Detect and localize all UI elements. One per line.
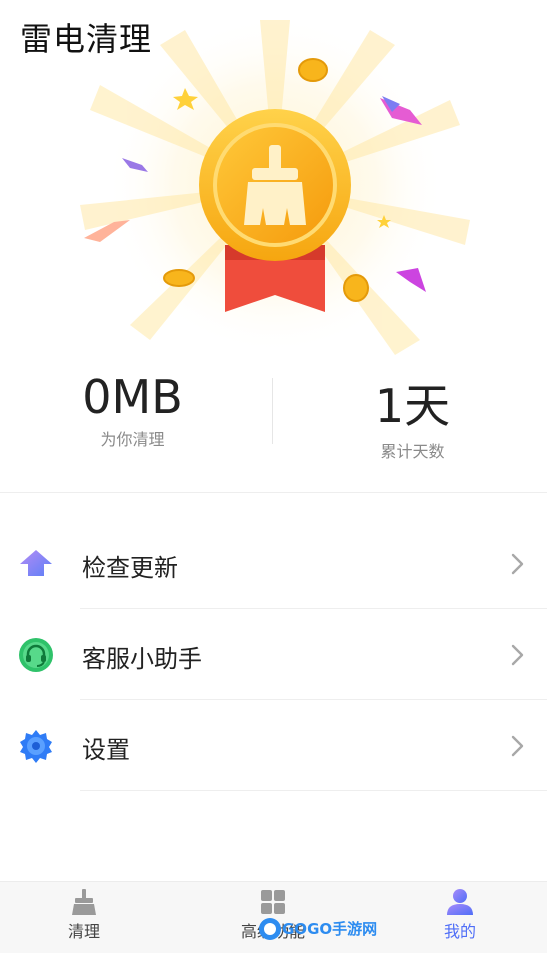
watermark-text: GOGO手游网 bbox=[282, 920, 378, 938]
stat-days-label: 累计天数 bbox=[380, 442, 445, 461]
headset-icon bbox=[19, 638, 53, 672]
medal-illustration bbox=[80, 20, 470, 355]
stats-divider bbox=[272, 378, 273, 444]
user-icon bbox=[447, 889, 473, 915]
stat-cleaned-label: 为你清理 bbox=[100, 430, 165, 449]
chevron-right-icon bbox=[511, 644, 524, 666]
broom-icon bbox=[72, 889, 96, 915]
menu-separator bbox=[80, 790, 547, 791]
tab-mine[interactable]: 我的 bbox=[400, 888, 520, 942]
tab-label: 我的 bbox=[443, 922, 476, 941]
menu-item-settings[interactable]: 设置 bbox=[0, 700, 547, 791]
section-divider bbox=[0, 492, 547, 493]
stat-cleaned: 0MB 为你清理 bbox=[0, 370, 269, 450]
chevron-right-icon bbox=[511, 553, 524, 575]
gear-icon bbox=[20, 730, 52, 763]
menu-item-check-update[interactable]: 检查更新 bbox=[0, 518, 547, 609]
menu-item-label: 检查更新 bbox=[82, 554, 178, 582]
tab-label: 清理 bbox=[67, 922, 100, 941]
stat-cleaned-value: 0MB bbox=[82, 370, 183, 424]
grid-icon bbox=[261, 890, 285, 914]
tab-clean[interactable]: 清理 bbox=[24, 888, 144, 942]
menu-item-label: 客服小助手 bbox=[82, 645, 202, 673]
menu-item-customer-service[interactable]: 客服小助手 bbox=[0, 609, 547, 700]
menu-item-label: 设置 bbox=[82, 736, 130, 764]
chevron-right-icon bbox=[511, 735, 524, 757]
arrow-up-icon bbox=[20, 550, 52, 576]
settings-menu: 检查更新 客服小助手 设置 bbox=[0, 518, 547, 791]
stat-days-value: 1天 bbox=[374, 379, 451, 433]
watermark-logo: GOGO手游网 bbox=[258, 916, 377, 942]
stat-days: 1天 累计天数 bbox=[276, 370, 547, 462]
